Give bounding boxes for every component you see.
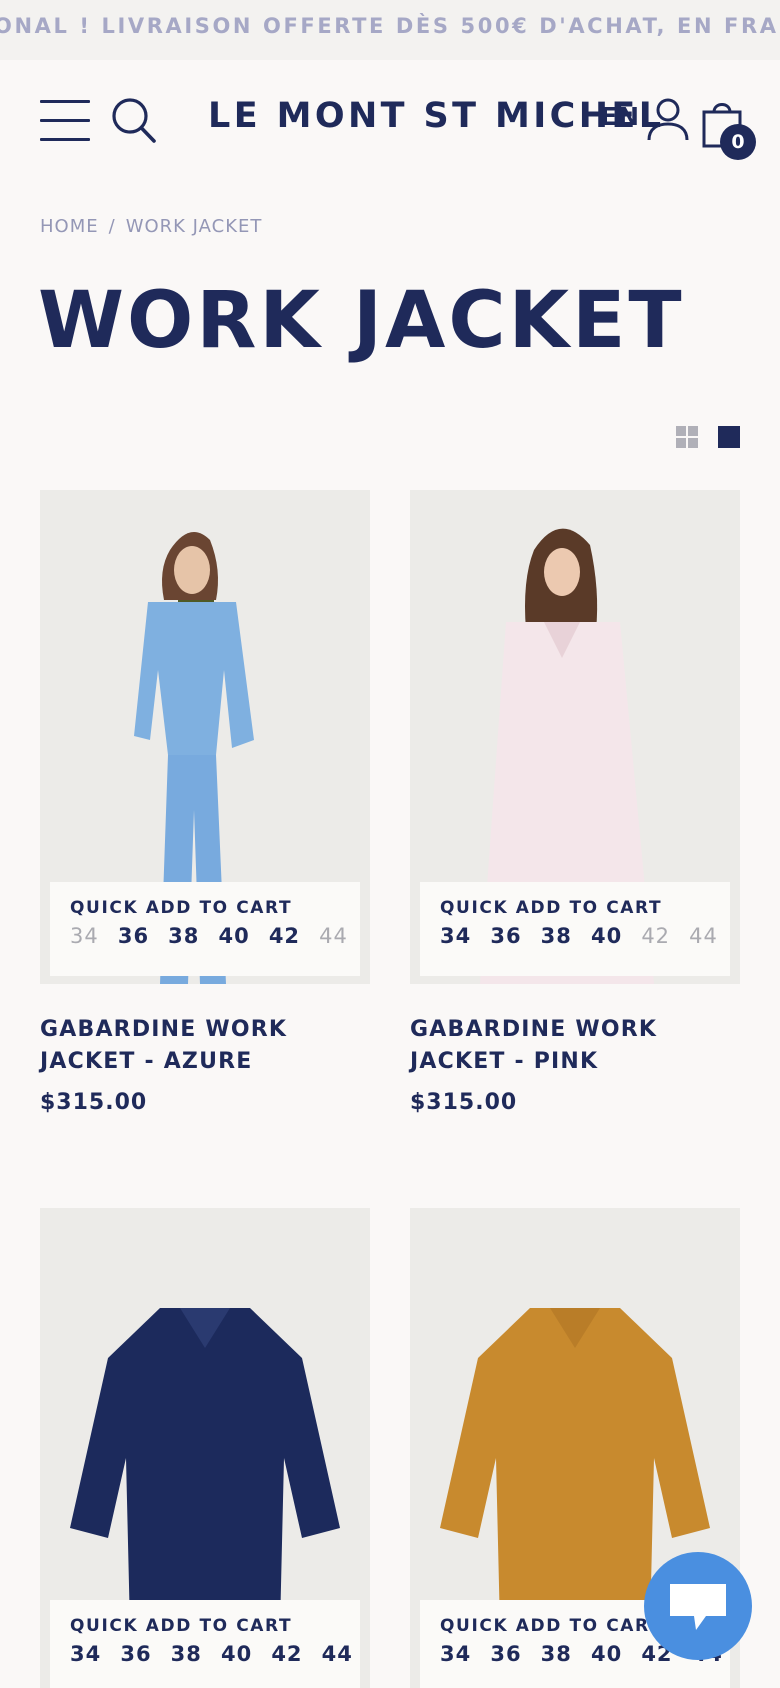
size-option[interactable]: 34 (440, 1642, 471, 1666)
list-view-icon[interactable] (718, 426, 740, 448)
size-option[interactable]: 40 (591, 924, 622, 948)
language-selector[interactable]: EN (600, 102, 640, 131)
size-option[interactable]: 38 (171, 1642, 202, 1666)
quick-add-label[interactable]: QUICK ADD TO CART (440, 898, 710, 918)
size-option[interactable]: 38 (168, 924, 199, 948)
size-option[interactable]: 34 (440, 924, 471, 948)
search-icon[interactable] (110, 96, 158, 146)
size-option: 42 (641, 924, 671, 948)
size-options: 34 36 38 40 42 44 (440, 924, 717, 948)
size-option[interactable]: 42 (269, 924, 300, 948)
cart-count-badge: 0 (720, 124, 756, 160)
site-logo[interactable]: LE MONT ST MICHEL (208, 96, 664, 136)
announcement-text: ONAL ! LIVRAISON OFFERTE DÈS 500€ D'ACHA… (0, 14, 780, 38)
quick-add-label[interactable]: QUICK ADD TO CART (70, 1616, 340, 1636)
quick-add-panel: QUICK ADD TO CART 34 36 38 40 42 44 (50, 1600, 360, 1688)
size-option[interactable]: 40 (591, 1642, 622, 1666)
quick-add-panel: QUICK ADD TO CART 34 36 38 40 42 44 (50, 882, 360, 976)
site-header: LE MONT ST MICHEL EN (0, 60, 780, 178)
grid-view-icon[interactable] (676, 426, 698, 448)
size-option[interactable]: 44 (322, 1642, 353, 1666)
size-options: 34 36 38 40 42 44 (70, 1642, 352, 1666)
breadcrumb-home[interactable]: HOME (40, 216, 99, 237)
size-option: 44 (689, 924, 718, 948)
product-image[interactable]: QUICK ADD TO CART 34 36 38 40 42 44 (410, 490, 740, 984)
chat-bubble-icon (670, 1584, 726, 1630)
product-name[interactable]: GABARDINE WORK JACKET - AZURE (40, 1014, 370, 1078)
size-option[interactable]: 40 (218, 924, 249, 948)
breadcrumb-current: WORK JACKET (125, 216, 263, 237)
product-name[interactable]: GABARDINE WORK JACKET - PINK (410, 1014, 740, 1078)
account-icon[interactable] (646, 98, 690, 142)
quick-add-label[interactable]: QUICK ADD TO CART (70, 898, 340, 918)
product-image[interactable]: QUICK ADD TO CART 34 36 38 40 42 44 (40, 1208, 370, 1688)
chat-button[interactable] (644, 1552, 752, 1660)
size-option[interactable]: 38 (541, 924, 572, 948)
quick-add-panel: QUICK ADD TO CART 34 36 38 40 42 44 (420, 882, 730, 976)
breadcrumb: HOME / WORK JACKET (40, 216, 262, 237)
page-title: WORK JACKET (38, 276, 685, 366)
size-option[interactable]: 34 (70, 1642, 101, 1666)
product-image[interactable]: QUICK ADD TO CART 34 36 38 40 42 44 (40, 490, 370, 984)
size-option[interactable]: 36 (118, 924, 149, 948)
size-option[interactable]: 38 (541, 1642, 572, 1666)
size-option[interactable]: 36 (490, 924, 521, 948)
size-options: 34 36 38 40 42 44 (70, 924, 347, 948)
product-price: $315.00 (410, 1090, 518, 1115)
size-option: 44 (319, 924, 348, 948)
size-option[interactable]: 36 (490, 1642, 521, 1666)
product-price: $315.00 (40, 1090, 148, 1115)
size-option[interactable]: 40 (221, 1642, 252, 1666)
size-option: 34 (70, 924, 99, 948)
menu-icon[interactable] (40, 100, 90, 142)
size-option[interactable]: 42 (271, 1642, 302, 1666)
breadcrumb-separator: / (108, 216, 116, 237)
size-option[interactable]: 36 (120, 1642, 151, 1666)
announcement-bar: ONAL ! LIVRAISON OFFERTE DÈS 500€ D'ACHA… (0, 0, 780, 60)
